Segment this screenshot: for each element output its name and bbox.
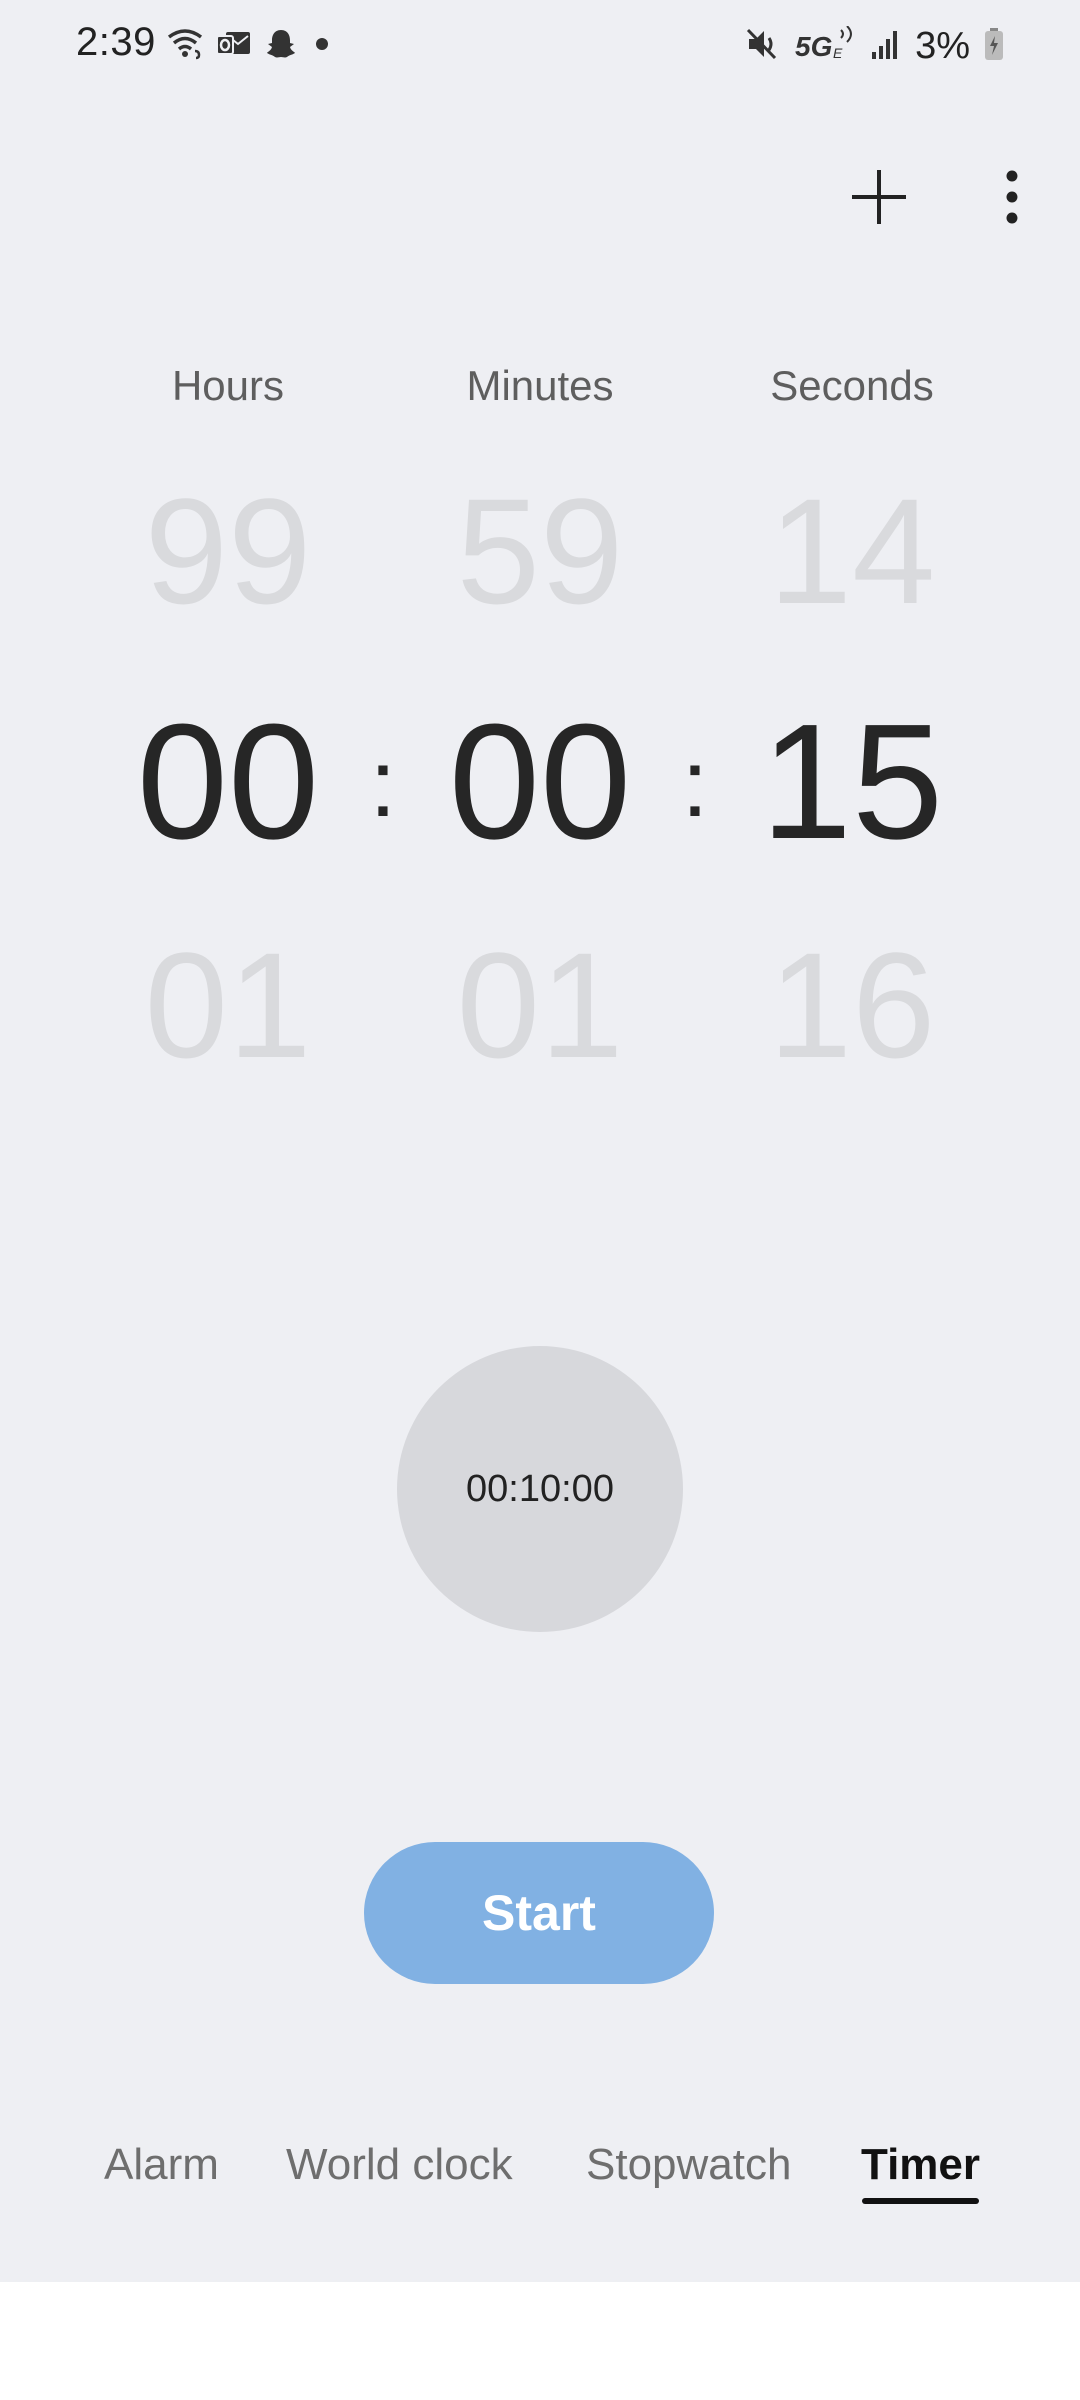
seconds-picker[interactable]: 15 (702, 700, 1002, 864)
signal-icon (871, 28, 901, 65)
minutes-label: Minutes (466, 362, 614, 409)
seconds-label: Seconds (770, 362, 934, 409)
status-bar: 2:39 5G E 3% (0, 0, 1080, 92)
5g-icon: 5G E (793, 24, 857, 67)
minutes-next-value[interactable]: 01 (390, 930, 690, 1080)
preset-timer-button[interactable]: 00:10:00 (397, 1346, 683, 1632)
battery-charging-icon (984, 27, 1004, 66)
notification-icons (166, 26, 334, 66)
hours-label: Hours (171, 362, 285, 409)
minutes-picker[interactable]: 00 (390, 700, 690, 864)
preset-timer-label: 00:10:00 (466, 1467, 614, 1510)
svg-text:5G: 5G (795, 31, 832, 62)
svg-text:E: E (833, 45, 843, 61)
more-vert-icon (1006, 170, 1018, 224)
battery-percentage: 3% (915, 24, 970, 67)
add-preset-button[interactable] (844, 162, 914, 232)
more-options-button[interactable] (982, 162, 1042, 232)
timer-app: 2:39 5G E 3% Hours Minutes Seconds 99 59… (0, 0, 1080, 2282)
start-button[interactable]: Start (364, 1842, 714, 1984)
system-icons: 5G E 3% (745, 22, 1004, 70)
hours-previous-value[interactable]: 99 (78, 476, 378, 626)
bottom-tab-bar: Alarm World clock Stopwatch Timer (0, 2130, 1080, 2240)
hours-next-value[interactable]: 01 (78, 930, 378, 1080)
mute-icon (745, 26, 779, 67)
seconds-previous-value[interactable]: 14 (702, 476, 1002, 626)
outlook-icon (216, 29, 252, 64)
tab-alarm[interactable]: Alarm (104, 2140, 219, 2190)
dot-icon (310, 32, 334, 61)
top-actions (780, 150, 1080, 240)
snapchat-icon (264, 27, 298, 66)
plus-icon (852, 170, 906, 224)
tab-world-clock[interactable]: World clock (286, 2140, 513, 2190)
tab-stopwatch[interactable]: Stopwatch (586, 2140, 791, 2190)
seconds-next-value[interactable]: 16 (702, 930, 1002, 1080)
minutes-previous-value[interactable]: 59 (390, 476, 690, 626)
wifi-calling-icon (166, 27, 204, 66)
hours-picker[interactable]: 00 (78, 700, 378, 864)
status-time: 2:39 (76, 20, 156, 64)
selected-tab-indicator (862, 2198, 979, 2204)
tab-timer[interactable]: Timer (861, 2140, 980, 2190)
start-button-label: Start (482, 1885, 596, 1941)
